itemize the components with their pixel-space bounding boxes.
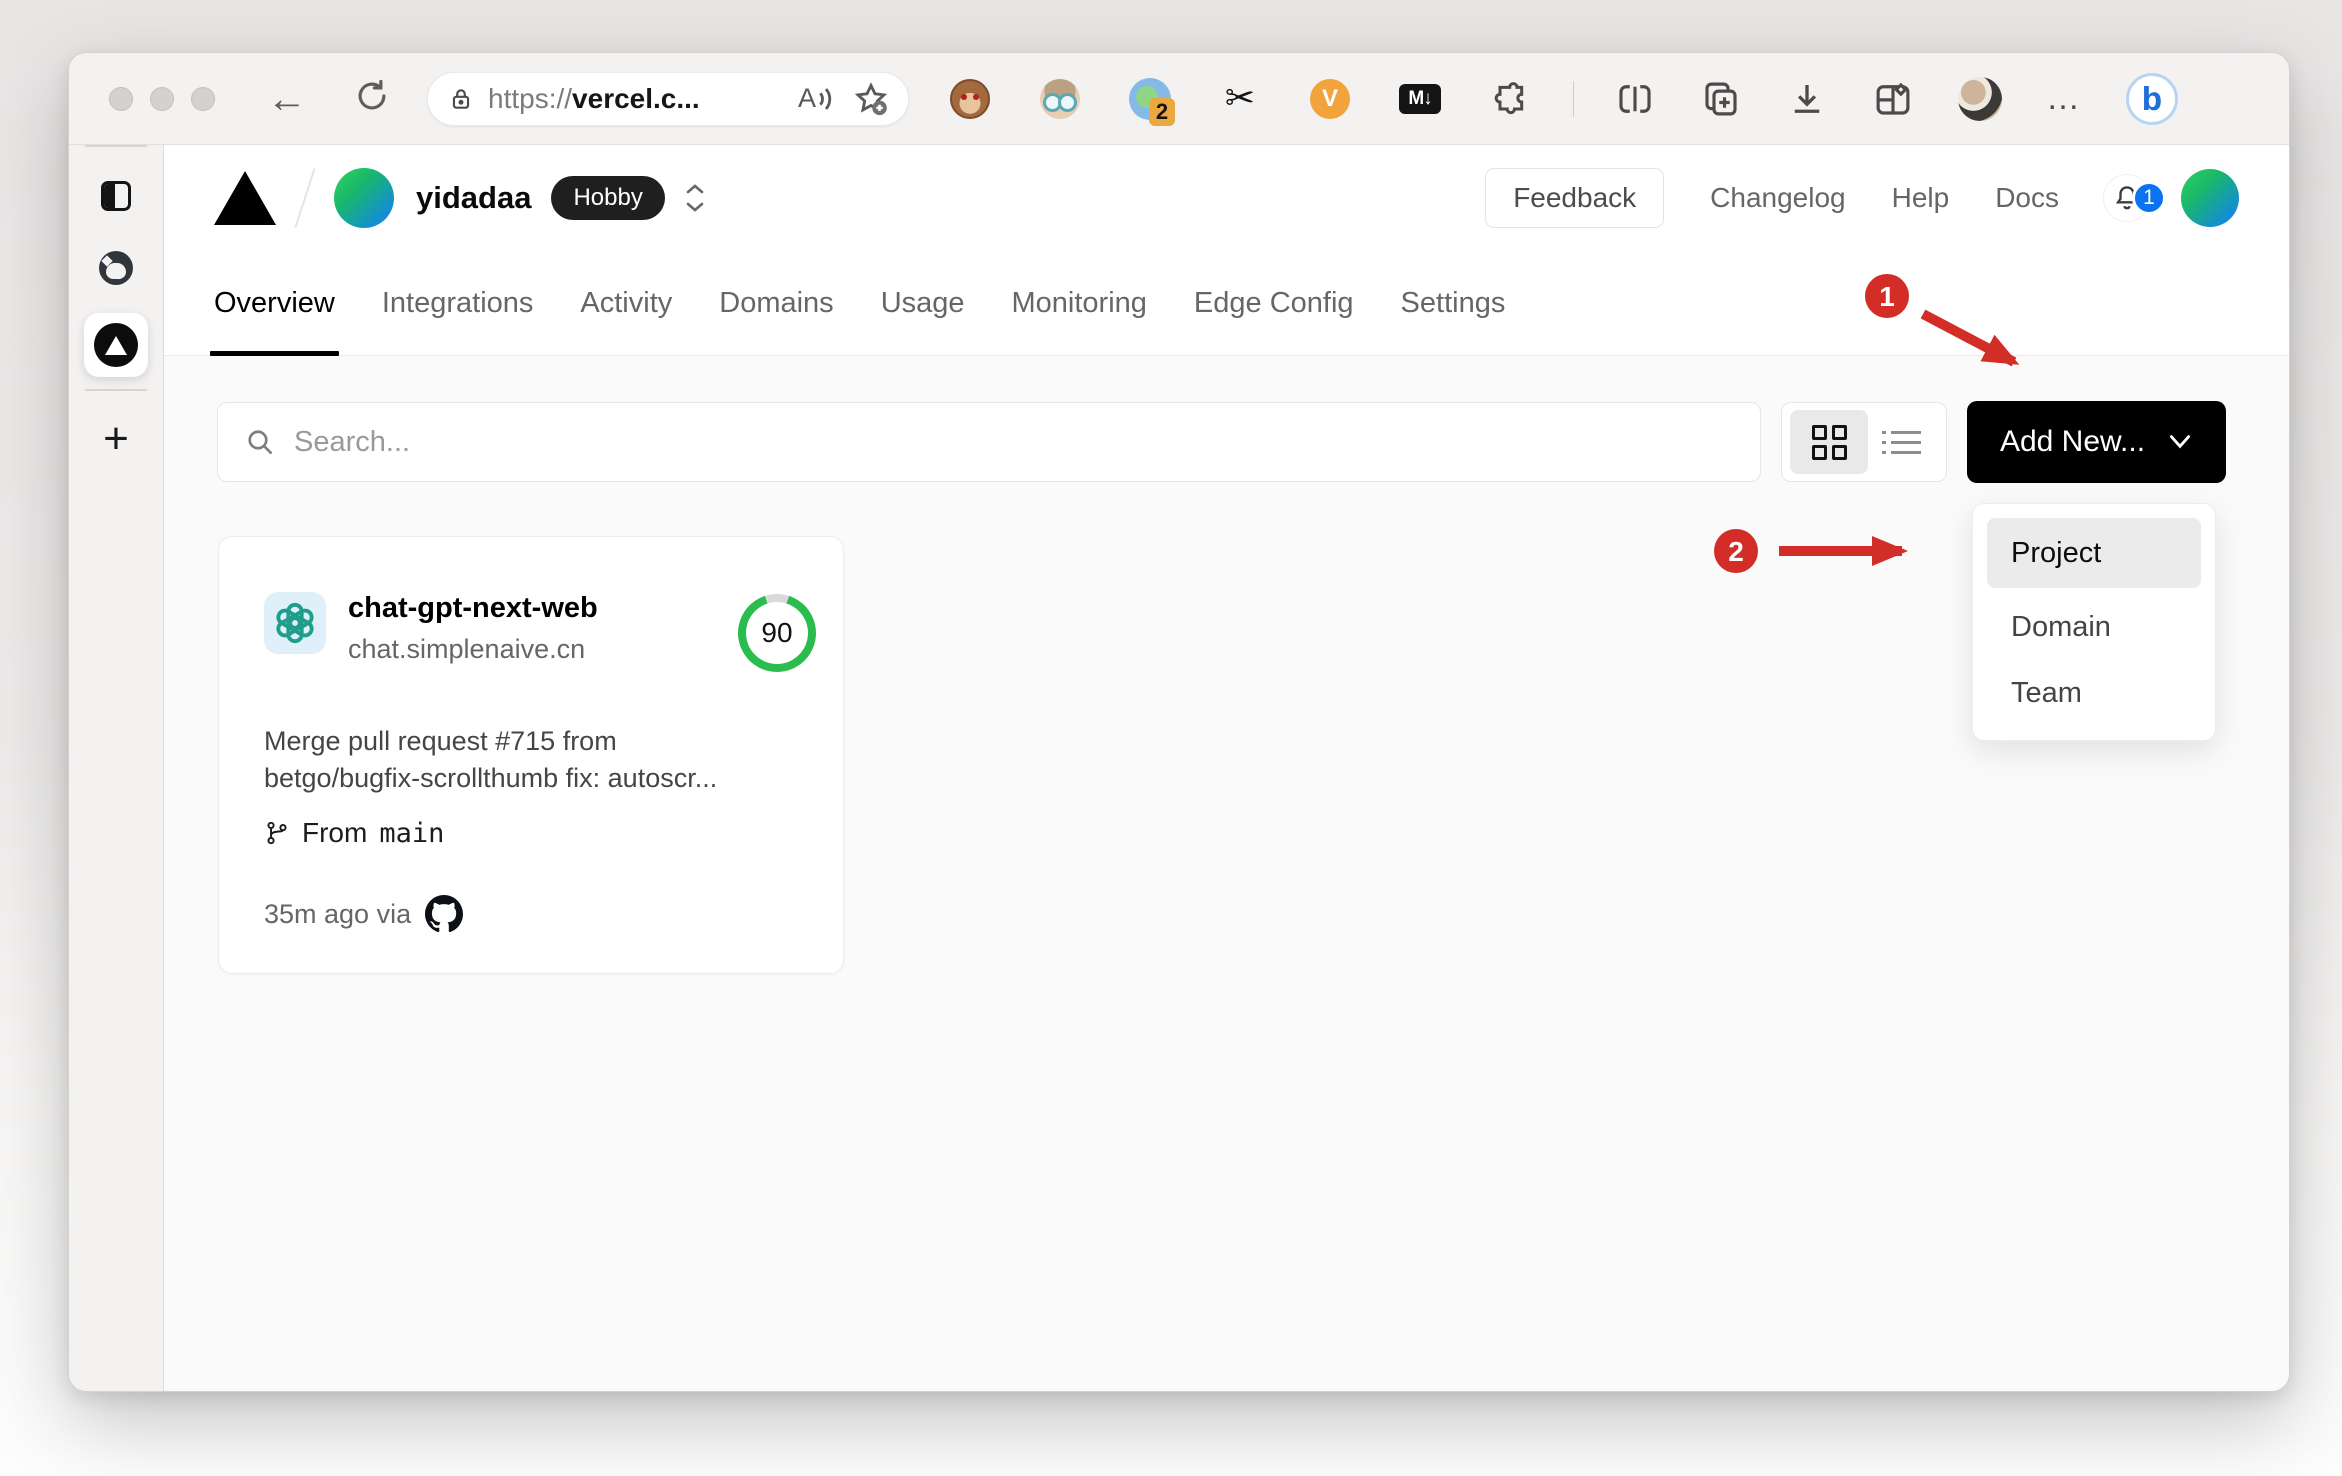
tab-activity[interactable]: Activity: [580, 251, 672, 355]
reload-icon[interactable]: [353, 77, 391, 120]
search-input[interactable]: [294, 425, 1734, 459]
toolbar-divider: [1573, 80, 1574, 117]
help-link[interactable]: Help: [1892, 182, 1950, 214]
dropdown-item-team[interactable]: Team: [1987, 660, 2201, 726]
grid-view-button[interactable]: [1790, 410, 1868, 474]
v-extension-icon[interactable]: V: [1309, 78, 1351, 120]
score-ring: 90: [738, 594, 816, 672]
team-avatar[interactable]: [334, 168, 394, 228]
browser-toolbar: ← https://vercel.c... A 2 ✂ V M↓ … b: [69, 53, 2289, 145]
tab-count-badge: 2: [1149, 97, 1175, 126]
list-icon: [1882, 430, 1921, 454]
breadcrumb-slash: [294, 168, 316, 228]
view-toggle: [1781, 402, 1947, 482]
dropdown-item-project[interactable]: Project: [1987, 518, 2201, 588]
split-screen-icon[interactable]: [1614, 78, 1656, 120]
tab-settings[interactable]: Settings: [1401, 251, 1506, 355]
tab-domains[interactable]: Domains: [719, 251, 833, 355]
tab-overview[interactable]: Overview: [210, 251, 339, 356]
docs-link[interactable]: Docs: [1995, 182, 2059, 214]
markdown-extension-icon[interactable]: M↓: [1399, 78, 1441, 120]
openai-project-icon: [264, 592, 326, 654]
notifications-button[interactable]: 1: [2103, 174, 2166, 222]
avatar-extension-icon[interactable]: [1039, 78, 1081, 120]
search-box[interactable]: [217, 402, 1761, 482]
dropdown-item-domain[interactable]: Domain: [1987, 594, 2201, 660]
branch-row: From main: [264, 817, 801, 849]
controls-row: Add New...: [217, 401, 2226, 483]
project-card-head: chat-gpt-next-web chat.simplenaive.cn 90: [264, 592, 816, 672]
browser-menu-icon[interactable]: …: [2046, 79, 2082, 118]
rail-divider-bottom: [85, 389, 147, 391]
browser-side-rail: +: [69, 145, 164, 1391]
tab-edge-config[interactable]: Edge Config: [1194, 251, 1354, 355]
workspaces-icon[interactable]: [1872, 78, 1914, 120]
browser-tools-row: … b: [1614, 72, 2178, 125]
close-window-button[interactable]: [109, 86, 133, 111]
new-tab-icon[interactable]: +: [103, 417, 129, 461]
dashboard-tabs: Overview Integrations Activity Domains U…: [164, 251, 2289, 356]
vercel-page: yidadaa Hobby Feedback Changelog Help Do…: [164, 145, 2289, 1391]
bing-chat-icon[interactable]: b: [2126, 72, 2178, 125]
team-switcher-icon[interactable]: [683, 183, 707, 214]
scissors-extension-icon[interactable]: ✂: [1219, 78, 1261, 120]
add-new-button[interactable]: Add New...: [1967, 401, 2226, 483]
git-branch-icon: [267, 821, 287, 845]
vercel-logo[interactable]: [214, 171, 276, 225]
lock-icon: [452, 88, 470, 109]
project-card[interactable]: chat-gpt-next-web chat.simplenaive.cn 90…: [218, 536, 844, 974]
vercel-active-tab[interactable]: [84, 313, 148, 377]
deploy-meta: 35m ago via: [264, 895, 801, 933]
header-right: Feedback Changelog Help Docs 1: [1485, 168, 2239, 228]
read-aloud-icon[interactable]: A: [798, 82, 836, 116]
rail-divider-top: [85, 145, 147, 147]
sidebar-toggle-icon[interactable]: [101, 181, 131, 211]
plan-badge: Hobby: [551, 176, 665, 220]
branch-name: main: [379, 817, 445, 849]
tab-integrations[interactable]: Integrations: [382, 251, 534, 355]
branch-prefix: From: [302, 817, 368, 848]
github-icon: [425, 895, 464, 933]
downloads-icon[interactable]: [1786, 78, 1828, 120]
grid-icon: [1811, 424, 1847, 460]
tampermonkey-extension-icon[interactable]: [949, 78, 991, 120]
tab-monitoring[interactable]: Monitoring: [1012, 251, 1147, 355]
zoom-window-button[interactable]: [191, 86, 215, 111]
chevron-down-icon: [2169, 435, 2191, 449]
commit-message: Merge pull request #715 from betgo/bugfi…: [264, 726, 718, 793]
browser-profile-avatar[interactable]: [1958, 76, 2002, 121]
project-domain[interactable]: chat.simplenaive.cn: [348, 634, 598, 665]
collections-icon[interactable]: [1700, 78, 1742, 120]
back-icon[interactable]: ←: [267, 79, 307, 119]
changelog-link[interactable]: Changelog: [1710, 182, 1845, 214]
search-icon: [248, 430, 272, 454]
user-avatar[interactable]: [2181, 169, 2239, 227]
notification-count-badge: 1: [2132, 181, 2166, 215]
minimize-window-button[interactable]: [150, 86, 174, 111]
list-view-button[interactable]: [1874, 410, 1938, 474]
browser-window: ← https://vercel.c... A 2 ✂ V M↓ … b + y…: [68, 52, 2290, 1392]
github-pinned-site-icon[interactable]: [99, 251, 133, 285]
extensions-puzzle-icon[interactable]: [1489, 78, 1531, 120]
add-favorite-icon[interactable]: [852, 80, 890, 118]
extensions-row: 2 ✂ V M↓: [949, 77, 1531, 126]
feedback-button[interactable]: Feedback: [1485, 168, 1665, 228]
address-bar[interactable]: https://vercel.c... A: [427, 71, 909, 126]
traffic-lights: [109, 86, 215, 111]
url-text: https://vercel.c...: [488, 82, 700, 114]
team-name[interactable]: yidadaa: [416, 180, 531, 216]
tab-group-extension-icon[interactable]: 2: [1129, 77, 1175, 126]
tab-usage[interactable]: Usage: [881, 251, 965, 355]
score-value: 90: [761, 617, 793, 648]
add-new-dropdown: Project Domain Team: [1972, 503, 2216, 741]
dashboard-content: Add New...: [164, 356, 2289, 1391]
vercel-header: yidadaa Hobby Feedback Changelog Help Do…: [164, 145, 2289, 251]
project-name[interactable]: chat-gpt-next-web: [348, 592, 598, 625]
vercel-icon: [94, 323, 138, 367]
